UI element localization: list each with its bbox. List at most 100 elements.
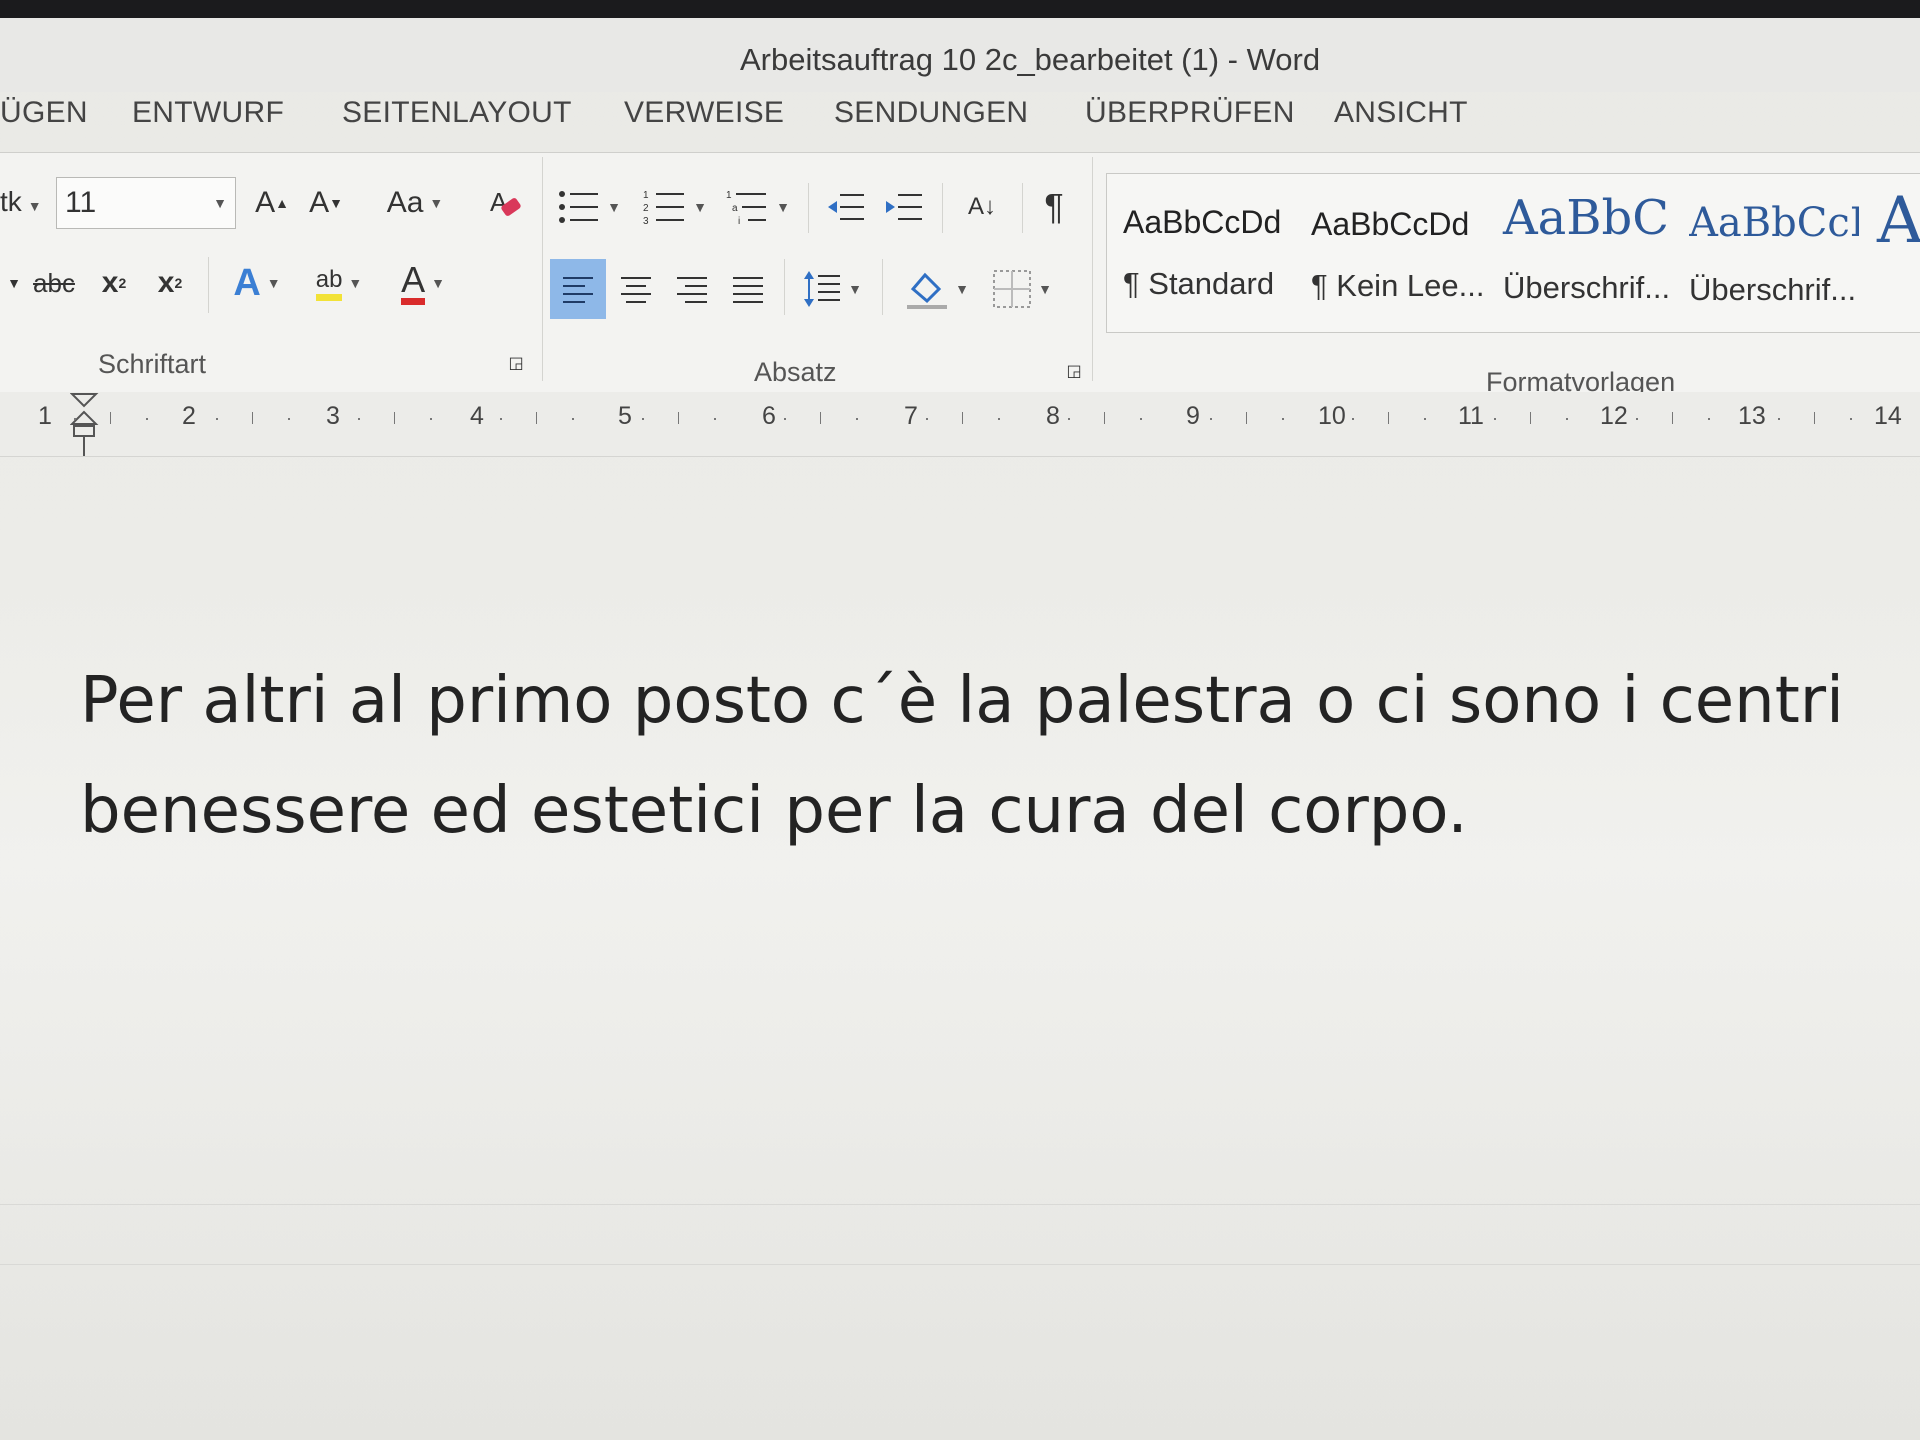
style-kein-leerraum[interactable]: AaBbCcDd ¶ Kein Lee... xyxy=(1295,174,1485,334)
ruler-tick xyxy=(1246,412,1247,424)
divider xyxy=(1092,157,1093,381)
bullets-button[interactable]: ▼ xyxy=(556,183,622,231)
font-name-field[interactable]: tk ▼ xyxy=(0,177,52,229)
change-case-button[interactable]: Aa ▼ xyxy=(380,179,450,227)
ruler-number: 2 xyxy=(182,402,196,430)
subscript-button[interactable]: x2 xyxy=(90,259,138,307)
ruler-tick xyxy=(1068,418,1070,420)
tab-seitenlayout[interactable]: SEITENLAYOUT xyxy=(342,96,572,130)
style-sample: AaBbCcI xyxy=(1689,200,1859,246)
title-bar: Arbeitsauftrag 10 2c_bearbeitet (1) - Wo… xyxy=(0,18,1920,92)
grow-font-button[interactable]: A ▲ xyxy=(250,179,294,227)
ribbon: tk ▼ 11 ▼ A ▲ A ▼ Aa ▼ A ▼ abc x2 x2 A ▼ ab ▼ … xyxy=(0,152,1920,397)
strikethrough-label: abc xyxy=(33,267,75,298)
font-size-value: 11 xyxy=(65,186,97,219)
ruler-tick xyxy=(1140,418,1142,420)
divider xyxy=(942,183,943,233)
ruler-tick xyxy=(1778,418,1780,420)
align-left-icon xyxy=(563,277,593,303)
ruler-tick xyxy=(820,412,821,424)
numbering-button[interactable]: 1 2 3 ▼ xyxy=(640,183,710,231)
ruler-tick xyxy=(572,418,574,420)
justify-button[interactable] xyxy=(724,261,772,317)
align-left-button[interactable] xyxy=(550,259,606,319)
font-color-button[interactable]: A ▼ xyxy=(386,257,460,309)
ruler-number: 7 xyxy=(904,402,918,430)
align-center-button[interactable] xyxy=(612,261,660,317)
chevron-down-icon[interactable]: ▼ xyxy=(4,259,24,307)
tab-sendungen[interactable]: SENDUNGEN xyxy=(834,96,1028,130)
strikethrough-button[interactable]: abc xyxy=(26,259,82,307)
ruler-tick xyxy=(358,418,360,420)
style-standard[interactable]: AaBbCcDd ¶ Standard xyxy=(1107,174,1297,334)
borders-button[interactable]: ▼ xyxy=(986,261,1058,317)
chevron-down-icon: ▼ xyxy=(776,199,790,215)
ruler-number: 3 xyxy=(326,402,340,430)
chevron-down-icon: ▼ xyxy=(693,199,707,215)
ruler-tick xyxy=(288,418,290,420)
svg-text:1: 1 xyxy=(726,190,732,201)
pilcrow-icon: ¶ xyxy=(1044,186,1064,227)
shading-button[interactable]: ▼ xyxy=(898,261,976,317)
text-effects-button[interactable]: A ▼ xyxy=(222,259,292,307)
sort-button[interactable]: A↓ xyxy=(954,181,1010,233)
dialog-launcher-icon[interactable]: ◲ xyxy=(504,351,528,375)
ruler-number: 10 xyxy=(1318,402,1346,430)
justify-icon xyxy=(733,277,763,303)
chevron-down-icon: ▼ xyxy=(955,281,969,297)
svg-text:3: 3 xyxy=(643,216,649,227)
chevron-down-icon: ▼ xyxy=(266,275,281,291)
divider xyxy=(208,257,209,313)
align-right-button[interactable] xyxy=(668,261,716,317)
ruler-number: 1 xyxy=(38,402,52,430)
font-size-field[interactable]: 11 ▼ xyxy=(56,177,236,229)
tab-entwurf[interactable]: ENTWURF xyxy=(132,96,284,130)
document-page[interactable]: Per altri al primo posto c´è la palestra… xyxy=(0,456,1920,1440)
shrink-font-button[interactable]: A ▼ xyxy=(304,179,348,227)
font-color-icon: A xyxy=(401,261,426,305)
highlighter-icon: ab xyxy=(315,266,343,301)
line-spacing-button[interactable]: ▼ xyxy=(796,261,868,317)
ruler-tick xyxy=(1104,412,1105,424)
superscript-button[interactable]: x2 xyxy=(146,259,194,307)
divider xyxy=(0,1204,1920,1205)
show-formatting-button[interactable]: ¶ xyxy=(1034,181,1074,233)
clear-formatting-button[interactable]: A xyxy=(482,179,530,227)
indent-marker-icon[interactable] xyxy=(70,392,100,458)
tab-ueberpruefen[interactable]: ÜBERPRÜFEN xyxy=(1085,96,1295,130)
style-sample-more: A xyxy=(1877,184,1920,258)
style-name: Überschrif... xyxy=(1503,270,1671,305)
style-name: ¶ Standard xyxy=(1123,266,1275,301)
chevron-down-icon: ▼ xyxy=(848,281,862,297)
chevron-down-icon: ▼ xyxy=(431,275,445,291)
ruler-tick xyxy=(1282,418,1284,420)
svg-text:i: i xyxy=(738,216,740,227)
styles-gallery: AaBbCcDd ¶ Standard AaBbCcDd ¶ Kein Lee.… xyxy=(1106,173,1920,333)
multilevel-list-button[interactable]: 1 a i ▼ xyxy=(722,183,794,231)
align-right-icon xyxy=(677,277,707,303)
highlight-color-button[interactable]: ab ▼ xyxy=(302,257,376,309)
ruler-tick xyxy=(1566,418,1568,420)
dialog-launcher-icon[interactable]: ◲ xyxy=(1062,359,1086,383)
ribbon-tabs: ÜGEN ENTWURF SEITENLAYOUT VERWEISE SENDU… xyxy=(0,88,1920,150)
ruler-number: 14 xyxy=(1874,402,1902,430)
chevron-down-icon: ▼ xyxy=(27,198,42,214)
style-ueberschrift-1[interactable]: AaBbC Überschrif... xyxy=(1487,174,1677,334)
ruler-tick xyxy=(1210,418,1212,420)
horizontal-ruler[interactable]: 1 2 3 4 5 6 7 8 9 10 11 12 13 14 xyxy=(0,392,1920,457)
tab-ansicht[interactable]: ANSICHT xyxy=(1334,96,1468,130)
ruler-tick xyxy=(500,418,502,420)
decrease-indent-button[interactable] xyxy=(822,183,870,231)
increase-indent-button[interactable] xyxy=(880,183,928,231)
document-body-text[interactable]: Per altri al primo posto c´è la palestra… xyxy=(80,646,1900,866)
ruler-tick xyxy=(1850,418,1852,420)
change-case-label: Aa xyxy=(386,186,424,219)
tab-verweise[interactable]: VERWEISE xyxy=(624,96,784,130)
ruler-number: 12 xyxy=(1600,402,1628,430)
divider xyxy=(882,259,883,315)
decrease-indent-icon xyxy=(828,194,864,220)
chevron-down-icon: ▼ xyxy=(213,195,227,211)
multilevel-list-icon: 1 a i xyxy=(726,190,767,227)
tab-einfuegen[interactable]: ÜGEN xyxy=(0,96,88,130)
style-ueberschrift-2[interactable]: AaBbCcI Überschrif... xyxy=(1673,174,1863,334)
